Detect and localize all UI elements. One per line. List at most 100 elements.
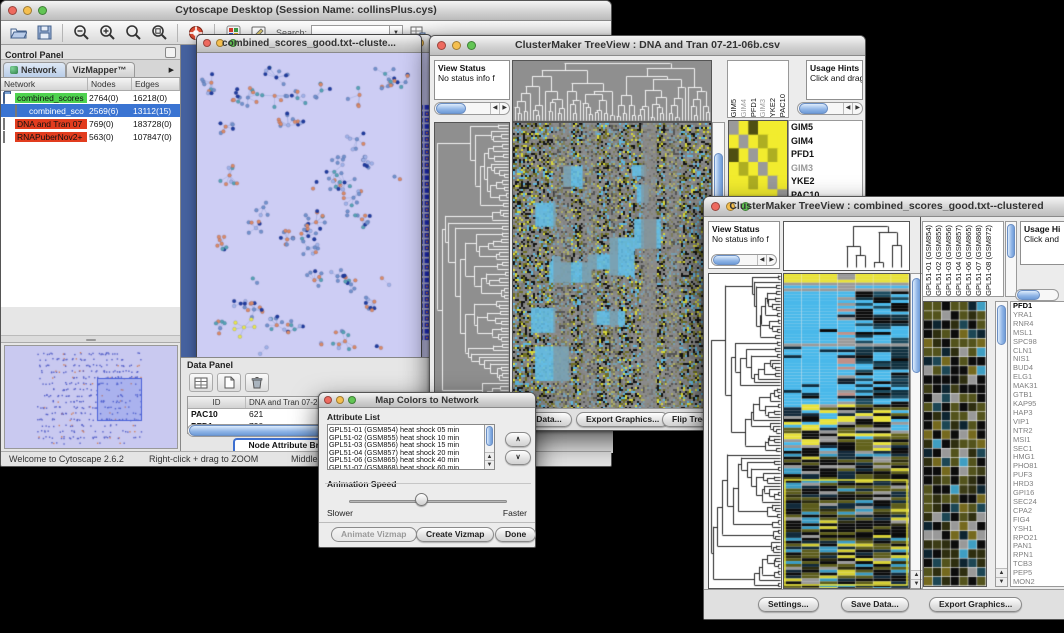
network-canvas[interactable] [197, 53, 421, 363]
zoom-heatmap[interactable] [923, 301, 987, 587]
network-edges: 107847(0) [131, 132, 180, 142]
map-colors-dialog: Map Colors to Network Attribute List GPL… [318, 392, 536, 548]
done-button[interactable]: Done [495, 527, 536, 542]
column-edges[interactable]: Edges [132, 78, 180, 90]
animate-vizmap-button: Animate Vizmap [331, 527, 417, 542]
attribute-item[interactable]: GPL51-03 (GSM856) heat shock 15 min [329, 441, 483, 449]
file-icon [15, 106, 27, 116]
view-status-title: View Status [712, 224, 760, 234]
column-network[interactable]: Network [1, 78, 88, 90]
network-overview-panel[interactable] [4, 345, 178, 449]
panel-divider[interactable] [920, 217, 921, 591]
control-panel: Control Panel Network VizMapper™ ▶ Netwo… [1, 45, 181, 453]
row-label: PFD1 [791, 148, 862, 162]
column-label: GPL51-08 (GSM872) [984, 225, 994, 296]
open-file-icon[interactable] [7, 23, 29, 43]
column-label: GPL51-03 (GSM856) [944, 225, 954, 296]
file-icon [3, 119, 15, 129]
treeview2-titlebar[interactable]: ClusterMaker TreeView : combined_scores_… [704, 197, 1064, 217]
create-vizmap-button[interactable]: Create Vizmap [416, 527, 494, 542]
treeview2-buttons: Settings... Save Data... Export Graphics..… [704, 589, 1064, 619]
zoom-heatmap[interactable] [728, 120, 788, 204]
row-label: GIM5 [791, 121, 862, 135]
zoom-out-icon[interactable] [70, 23, 92, 43]
column-dendrogram[interactable] [783, 221, 910, 271]
control-panel-tabs: Network VizMapper™ ▶ [1, 60, 180, 78]
speed-slider-track[interactable] [349, 500, 507, 503]
row-dendrogram[interactable] [434, 122, 510, 412]
file-icon [3, 132, 15, 142]
move-up-button[interactable]: ∧ [505, 432, 531, 447]
zoom-vscrollbar[interactable]: ▲▼ [995, 301, 1008, 587]
main-titlebar[interactable]: Cytoscape Desktop (Session Name: collins… [1, 1, 611, 21]
network-nodes: 2569(6) [87, 106, 131, 116]
attribute-list-scrollbar[interactable]: ▲▼ [484, 425, 494, 469]
column-label-scrollbar[interactable] [1005, 221, 1017, 297]
overview-canvas[interactable] [5, 346, 177, 448]
attribute-select-icon[interactable] [189, 373, 213, 392]
network-tab-icon [10, 66, 18, 74]
network-list-row[interactable]: RNAPuberNov2+563(0)107847(0) [1, 130, 180, 143]
treeview2-title: ClusterMaker TreeView : combined_scores_… [704, 200, 1064, 212]
network-window-titlebar[interactable]: combined_scores_good.txt--cluste... [197, 35, 421, 53]
zoom-row-labels: GIM5GIM4PFD1GIM3YKE2PAC10 [788, 120, 863, 204]
network-window-title: combined_scores_good.txt--cluste... [197, 38, 421, 49]
usage-hints-scrollbar[interactable] [1015, 289, 1059, 301]
settings-button[interactable]: Settings... [758, 597, 819, 612]
network-name: RNAPuberNov2+ [15, 132, 87, 142]
column-label: GIM3 [758, 99, 768, 117]
view-status-scrollbar[interactable]: ◀▶ [711, 254, 777, 266]
control-panel-header: Control Panel [1, 45, 180, 60]
zoom-view-hscrollbar[interactable]: ◀▶ [797, 102, 863, 115]
zoom-fit-icon[interactable] [148, 23, 170, 43]
column-id[interactable]: ID [188, 397, 246, 408]
float-panel-icon[interactable] [165, 47, 176, 58]
status-hint-pan: Middle- [291, 454, 321, 464]
column-nodes[interactable]: Nodes [88, 78, 132, 90]
zoom-in-icon[interactable] [96, 23, 118, 43]
attribute-listbox[interactable]: GPL51-01 (GSM854) heat shock 05 minGPL51… [327, 424, 495, 470]
dialog-titlebar[interactable]: Map Colors to Network [319, 393, 535, 408]
main-window-title: Cytoscape Desktop (Session Name: collins… [1, 4, 611, 16]
attribute-item[interactable]: GPL51-06 (GSM865) heat shock 40 min [329, 456, 483, 464]
global-heatmap[interactable] [783, 273, 910, 589]
move-down-button[interactable]: ∨ [505, 450, 531, 465]
zoom-selected-icon[interactable] [122, 23, 144, 43]
export-graphics-button[interactable]: Export Graphics... [576, 412, 669, 427]
network-list-row[interactable]: DNA and Tran 07769(0)183728(0) [1, 117, 180, 130]
panel-splitter-handle[interactable] [1, 335, 180, 343]
global-heatmap[interactable] [512, 122, 712, 412]
export-graphics-button[interactable]: Export Graphics... [929, 597, 1022, 612]
attribute-item[interactable]: GPL51-01 (GSM854) heat shock 05 min [329, 426, 483, 434]
attribute-list-label: Attribute List [327, 412, 380, 422]
zoom-column-labels: GIM5GIM4PFD1GIM3YKE2PAC10 [727, 60, 789, 118]
tab-vizmapper[interactable]: VizMapper™ [66, 62, 136, 77]
network-list-row[interactable]: combined_scores2764(0)16218(0) [1, 91, 180, 104]
attribute-item[interactable]: GPL51-04 (GSM857) heat shock 20 min [329, 449, 483, 457]
tab-network[interactable]: Network [3, 62, 66, 77]
treeview1-titlebar[interactable]: ClusterMaker TreeView : DNA and Tran 07-… [430, 36, 865, 56]
save-session-icon[interactable] [33, 23, 55, 43]
network-list-row[interactable]: combined_sco2569(6)13112(15) [1, 104, 180, 117]
column-label: GPL51-06 (GSM865) [964, 225, 974, 296]
desktop: Cytoscape Desktop (Session Name: collins… [0, 0, 1064, 633]
save-data-button[interactable]: Save Data... [841, 597, 909, 612]
new-attribute-icon[interactable] [217, 373, 241, 392]
usage-hints-panel: Usage Hints Click and drag tc [806, 60, 863, 100]
dialog-title: Map Colors to Network [319, 395, 535, 406]
network-edges: 16218(0) [131, 93, 180, 103]
speed-slider-thumb[interactable] [415, 493, 428, 506]
view-status-scrollbar[interactable]: ◀▶ [434, 102, 510, 115]
tab-vizmapper-label: VizMapper™ [73, 65, 127, 75]
status-message: Welcome to Cytoscape 2.6.2 [9, 454, 124, 464]
heatmap-vscrollbar[interactable]: ▲▼ [910, 273, 923, 589]
view-status-panel: View Status No status info f [434, 60, 510, 100]
row-dendrogram[interactable] [708, 273, 782, 589]
faster-label: Faster [503, 508, 527, 518]
attribute-item[interactable]: GPL51-02 (GSM855) heat shock 10 min [329, 434, 483, 442]
column-dendrogram[interactable] [512, 60, 712, 122]
tab-overflow-button[interactable]: ▶ [165, 63, 178, 77]
delete-attribute-icon[interactable] [245, 373, 269, 392]
attribute-item[interactable]: GPL51-07 (GSM868) heat shock 60 min [329, 464, 483, 471]
column-label: GPL51-07 (GSM868) [974, 225, 984, 296]
